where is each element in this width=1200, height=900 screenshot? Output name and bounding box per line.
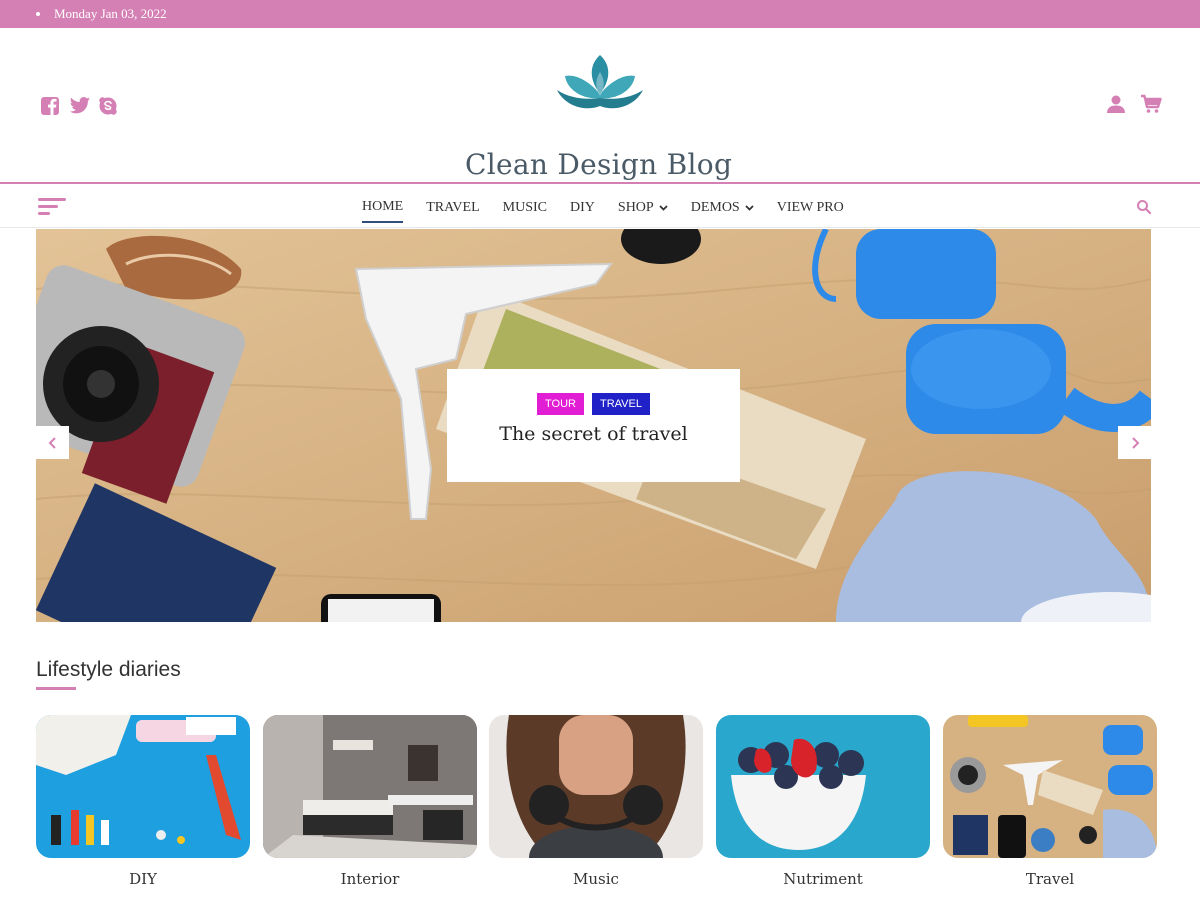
site-title: Clean Design Blog bbox=[465, 148, 733, 181]
category-label: Travel bbox=[1025, 870, 1075, 888]
top-bar: Monday Jan 03, 2022 bbox=[0, 0, 1200, 28]
lotus-logo-icon bbox=[557, 55, 643, 109]
slide-title[interactable]: The secret of travel bbox=[447, 423, 740, 445]
section-title: Lifestyle diaries bbox=[36, 658, 181, 681]
slide-tags: TOUR TRAVEL bbox=[447, 393, 740, 415]
slider-next-button[interactable] bbox=[1118, 426, 1151, 459]
chevron-down-icon bbox=[659, 205, 668, 211]
tag-tour[interactable]: TOUR bbox=[537, 393, 584, 415]
nav-item-demos[interactable]: DEMOS bbox=[691, 199, 754, 223]
user-icon[interactable] bbox=[1106, 94, 1126, 114]
nav-item-diy[interactable]: DIY bbox=[570, 199, 595, 223]
chevron-down-icon bbox=[745, 205, 754, 211]
category-card-interior[interactable]: Interior bbox=[263, 715, 477, 888]
cart-icon[interactable] bbox=[1140, 94, 1162, 114]
category-image-nutriment bbox=[716, 715, 930, 858]
category-label: Music bbox=[573, 870, 619, 888]
slide-caption-card: TOUR TRAVEL The secret of travel bbox=[447, 369, 740, 482]
category-image-travel bbox=[943, 715, 1157, 858]
header-actions bbox=[1106, 94, 1162, 114]
nav-menu: HOME TRAVEL MUSIC DIY SHOP DEMOS VIEW PR… bbox=[362, 199, 867, 223]
main-navigation: HOME TRAVEL MUSIC DIY SHOP DEMOS VIEW PR… bbox=[0, 186, 1200, 228]
category-card-travel[interactable]: Travel bbox=[943, 715, 1157, 888]
bullet-icon bbox=[36, 12, 40, 16]
nav-item-travel[interactable]: TRAVEL bbox=[426, 199, 479, 223]
section-title-underline bbox=[36, 687, 76, 690]
search-icon[interactable] bbox=[1136, 199, 1152, 215]
site-header: Clean Design Blog bbox=[0, 28, 1200, 184]
category-card-nutriment[interactable]: Nutriment bbox=[716, 715, 930, 888]
current-date: Monday Jan 03, 2022 bbox=[54, 6, 167, 21]
facebook-icon[interactable] bbox=[40, 96, 60, 116]
tag-travel[interactable]: TRAVEL bbox=[591, 393, 650, 415]
nav-item-view-pro[interactable]: VIEW PRO bbox=[777, 199, 844, 223]
twitter-icon[interactable] bbox=[69, 96, 91, 116]
category-card-diy[interactable]: DIY bbox=[36, 715, 250, 888]
hero-slider[interactable]: TOUR TRAVEL The secret of travel bbox=[36, 229, 1151, 622]
hamburger-menu-icon[interactable] bbox=[38, 198, 68, 216]
category-label: Interior bbox=[340, 870, 400, 888]
category-grid: DIY Interior Music Nutriment Travel bbox=[36, 715, 1158, 895]
category-label: DIY bbox=[129, 870, 157, 888]
category-image-diy bbox=[36, 715, 250, 858]
social-links bbox=[40, 96, 118, 116]
category-image-interior bbox=[263, 715, 477, 858]
category-label: Nutriment bbox=[783, 870, 863, 888]
category-image-music bbox=[489, 715, 703, 858]
chevron-left-icon bbox=[48, 436, 56, 449]
skype-icon[interactable] bbox=[98, 96, 118, 116]
chevron-right-icon bbox=[1131, 436, 1139, 449]
site-logo[interactable]: Clean Design Blog bbox=[465, 50, 735, 181]
category-card-music[interactable]: Music bbox=[489, 715, 703, 888]
nav-item-home[interactable]: HOME bbox=[362, 199, 404, 223]
nav-item-shop[interactable]: SHOP bbox=[618, 199, 668, 223]
nav-item-music[interactable]: MUSIC bbox=[503, 199, 547, 223]
slider-prev-button[interactable] bbox=[36, 426, 69, 459]
